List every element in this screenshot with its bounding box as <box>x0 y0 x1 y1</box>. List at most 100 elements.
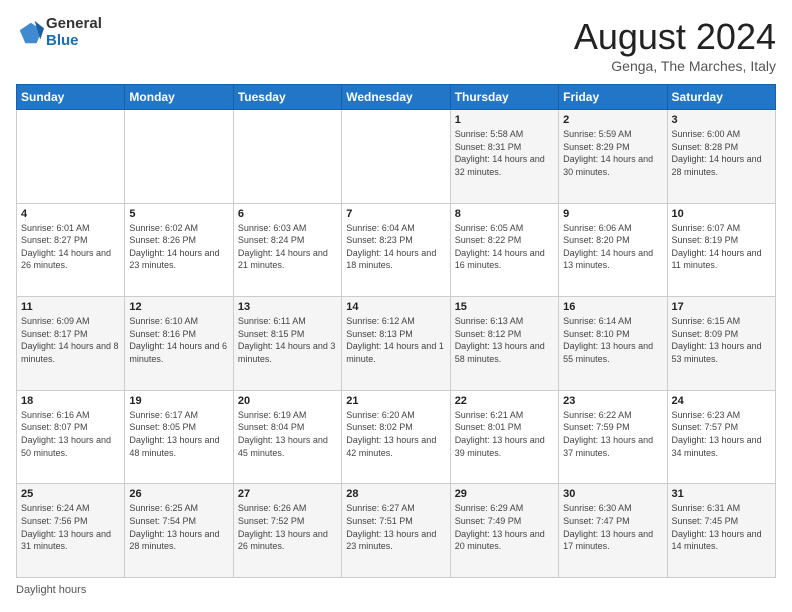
calendar-week-row: 4 Sunrise: 6:01 AM Sunset: 8:27 PM Daylig… <box>17 203 776 297</box>
day-info: Sunrise: 6:11 AM Sunset: 8:15 PM Dayligh… <box>238 315 337 365</box>
logo-general: General <box>46 15 102 32</box>
title-block: August 2024 Genga, The Marches, Italy <box>574 16 776 74</box>
logo-icon <box>16 19 44 47</box>
day-number: 15 <box>455 301 554 313</box>
day-number: 29 <box>455 488 554 500</box>
day-number: 22 <box>455 395 554 407</box>
calendar-cell <box>17 110 125 204</box>
main-title: August 2024 <box>574 16 776 58</box>
day-info: Sunrise: 6:22 AM Sunset: 7:59 PM Dayligh… <box>563 409 662 459</box>
calendar-cell: 17 Sunrise: 6:15 AM Sunset: 8:09 PM Dayli… <box>667 297 775 391</box>
day-info: Sunrise: 6:23 AM Sunset: 7:57 PM Dayligh… <box>672 409 771 459</box>
header: General Blue August 2024 Genga, The Marc… <box>16 16 776 74</box>
calendar-cell: 14Sunrise: 6:12 AM Sunset: 8:13 PM Dayli… <box>342 297 450 391</box>
calendar-header-sunday: Sunday <box>17 85 125 110</box>
day-info: Sunrise: 6:06 AM Sunset: 8:20 PM Dayligh… <box>563 222 662 272</box>
calendar-cell: 30 Sunrise: 6:30 AM Sunset: 7:47 PM Dayli… <box>559 484 667 578</box>
day-info: Sunrise: 6:25 AM Sunset: 7:54 PM Dayligh… <box>129 502 228 552</box>
day-number: 24 <box>672 395 771 407</box>
day-info: Sunrise: 6:24 AM Sunset: 7:56 PM Dayligh… <box>21 502 120 552</box>
logo-blue: Blue <box>46 32 79 49</box>
day-number: 11 <box>21 301 120 313</box>
calendar-header-wednesday: Wednesday <box>342 85 450 110</box>
day-number: 31 <box>672 488 771 500</box>
calendar-cell: 4 Sunrise: 6:01 AM Sunset: 8:27 PM Daylig… <box>17 203 125 297</box>
day-info: Sunrise: 6:00 AM Sunset: 8:28 PM Dayligh… <box>672 128 771 178</box>
day-number: 9 <box>563 208 662 220</box>
calendar-cell: 15 Sunrise: 6:13 AM Sunset: 8:12 PM Dayli… <box>450 297 558 391</box>
subtitle: Genga, The Marches, Italy <box>574 58 776 74</box>
day-number: 8 <box>455 208 554 220</box>
day-number: 19 <box>129 395 228 407</box>
day-info: Sunrise: 6:26 AM Sunset: 7:52 PM Dayligh… <box>238 502 337 552</box>
day-number: 6 <box>238 208 337 220</box>
logo: General Blue <box>16 16 102 49</box>
calendar-cell: 10Sunrise: 6:07 AM Sunset: 8:19 PM Dayli… <box>667 203 775 297</box>
day-number: 13 <box>238 301 337 313</box>
calendar-cell: 21Sunrise: 6:20 AM Sunset: 8:02 PM Dayli… <box>342 390 450 484</box>
day-number: 3 <box>672 114 771 126</box>
day-info: Sunrise: 6:19 AM Sunset: 8:04 PM Dayligh… <box>238 409 337 459</box>
calendar-cell <box>233 110 341 204</box>
day-info: Sunrise: 6:31 AM Sunset: 7:45 PM Dayligh… <box>672 502 771 552</box>
calendar-header-monday: Monday <box>125 85 233 110</box>
day-info: Sunrise: 6:05 AM Sunset: 8:22 PM Dayligh… <box>455 222 554 272</box>
calendar-cell: 24 Sunrise: 6:23 AM Sunset: 7:57 PM Dayli… <box>667 390 775 484</box>
calendar-cell: 22 Sunrise: 6:21 AM Sunset: 8:01 PM Dayli… <box>450 390 558 484</box>
day-number: 7 <box>346 208 445 220</box>
calendar-header-saturday: Saturday <box>667 85 775 110</box>
calendar-cell: 27 Sunrise: 6:26 AM Sunset: 7:52 PM Dayli… <box>233 484 341 578</box>
day-info: Sunrise: 6:30 AM Sunset: 7:47 PM Dayligh… <box>563 502 662 552</box>
calendar-cell: 13 Sunrise: 6:11 AM Sunset: 8:15 PM Dayli… <box>233 297 341 391</box>
day-number: 4 <box>21 208 120 220</box>
day-info: Sunrise: 6:01 AM Sunset: 8:27 PM Dayligh… <box>21 222 120 272</box>
calendar-week-row: 18Sunrise: 6:16 AM Sunset: 8:07 PM Dayli… <box>17 390 776 484</box>
day-info: Sunrise: 6:09 AM Sunset: 8:17 PM Dayligh… <box>21 315 120 365</box>
day-number: 20 <box>238 395 337 407</box>
calendar-cell: 20 Sunrise: 6:19 AM Sunset: 8:04 PM Dayli… <box>233 390 341 484</box>
day-info: Sunrise: 6:17 AM Sunset: 8:05 PM Dayligh… <box>129 409 228 459</box>
calendar-cell: 1 Sunrise: 5:58 AM Sunset: 8:31 PM Daylig… <box>450 110 558 204</box>
day-info: Sunrise: 6:13 AM Sunset: 8:12 PM Dayligh… <box>455 315 554 365</box>
calendar-cell: 8 Sunrise: 6:05 AM Sunset: 8:22 PM Daylig… <box>450 203 558 297</box>
calendar-cell <box>342 110 450 204</box>
calendar-cell: 2 Sunrise: 5:59 AM Sunset: 8:29 PM Daylig… <box>559 110 667 204</box>
day-info: Sunrise: 6:27 AM Sunset: 7:51 PM Dayligh… <box>346 502 445 552</box>
day-number: 25 <box>21 488 120 500</box>
calendar-header-tuesday: Tuesday <box>233 85 341 110</box>
day-number: 27 <box>238 488 337 500</box>
page: General Blue August 2024 Genga, The Marc… <box>0 0 792 612</box>
day-number: 23 <box>563 395 662 407</box>
calendar-cell: 26 Sunrise: 6:25 AM Sunset: 7:54 PM Dayli… <box>125 484 233 578</box>
day-info: Sunrise: 6:03 AM Sunset: 8:24 PM Dayligh… <box>238 222 337 272</box>
calendar-cell: 6 Sunrise: 6:03 AM Sunset: 8:24 PM Daylig… <box>233 203 341 297</box>
day-number: 16 <box>563 301 662 313</box>
day-number: 17 <box>672 301 771 313</box>
calendar-table: SundayMondayTuesdayWednesdayThursdayFrid… <box>16 84 776 578</box>
day-info: Sunrise: 6:02 AM Sunset: 8:26 PM Dayligh… <box>129 222 228 272</box>
day-info: Sunrise: 6:29 AM Sunset: 7:49 PM Dayligh… <box>455 502 554 552</box>
daylight-label: Daylight hours <box>16 584 86 596</box>
calendar-cell: 23 Sunrise: 6:22 AM Sunset: 7:59 PM Dayli… <box>559 390 667 484</box>
day-number: 26 <box>129 488 228 500</box>
calendar-cell: 11 Sunrise: 6:09 AM Sunset: 8:17 PM Dayli… <box>17 297 125 391</box>
calendar-cell: 18Sunrise: 6:16 AM Sunset: 8:07 PM Dayli… <box>17 390 125 484</box>
footer: Daylight hours <box>16 584 776 596</box>
calendar-cell: 28Sunrise: 6:27 AM Sunset: 7:51 PM Dayli… <box>342 484 450 578</box>
calendar-cell: 5Sunrise: 6:02 AM Sunset: 8:26 PM Daylig… <box>125 203 233 297</box>
day-number: 30 <box>563 488 662 500</box>
day-info: Sunrise: 6:16 AM Sunset: 8:07 PM Dayligh… <box>21 409 120 459</box>
day-number: 14 <box>346 301 445 313</box>
calendar-cell <box>125 110 233 204</box>
day-number: 2 <box>563 114 662 126</box>
day-number: 1 <box>455 114 554 126</box>
day-info: Sunrise: 5:59 AM Sunset: 8:29 PM Dayligh… <box>563 128 662 178</box>
day-info: Sunrise: 5:58 AM Sunset: 8:31 PM Dayligh… <box>455 128 554 178</box>
day-info: Sunrise: 6:21 AM Sunset: 8:01 PM Dayligh… <box>455 409 554 459</box>
logo-text: General Blue <box>46 16 102 49</box>
calendar-week-row: 1 Sunrise: 5:58 AM Sunset: 8:31 PM Daylig… <box>17 110 776 204</box>
calendar-cell: 9 Sunrise: 6:06 AM Sunset: 8:20 PM Daylig… <box>559 203 667 297</box>
calendar-cell: 3 Sunrise: 6:00 AM Sunset: 8:28 PM Daylig… <box>667 110 775 204</box>
calendar-week-row: 11 Sunrise: 6:09 AM Sunset: 8:17 PM Dayli… <box>17 297 776 391</box>
day-info: Sunrise: 6:15 AM Sunset: 8:09 PM Dayligh… <box>672 315 771 365</box>
